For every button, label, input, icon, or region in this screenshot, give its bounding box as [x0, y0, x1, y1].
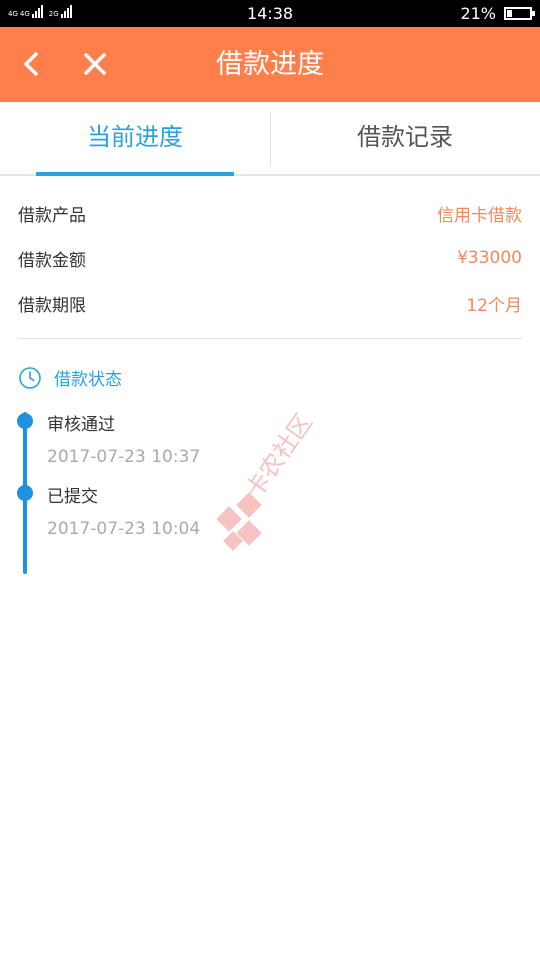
loan-status-title: 借款状态	[54, 370, 122, 390]
info-value: 信用卡借款	[437, 205, 522, 226]
watermark-text: 卡农社区	[240, 409, 318, 504]
clock-icon	[19, 366, 41, 389]
battery-icon	[504, 7, 535, 20]
info-label: 借款产品	[18, 205, 86, 226]
tab-bar: 当前进度 借款记录	[0, 102, 540, 176]
page-title: 借款进度	[216, 49, 324, 80]
timeline-event-time: 2017-07-23 10:04	[47, 519, 201, 539]
info-row-amount: 借款金额 ¥33000	[18, 243, 522, 273]
timeline-event-time: 2017-07-23 10:37	[47, 447, 201, 467]
timeline-event-title: 已提交	[47, 487, 98, 507]
info-value: ¥33000	[457, 248, 522, 268]
info-value: 12个月	[466, 295, 522, 316]
loan-status-header: 借款状态	[18, 365, 122, 390]
timeline-event-title: 审核通过	[47, 415, 115, 435]
tab-loan-records[interactable]: 借款记录	[270, 102, 540, 174]
status-bar: 4G 4G 2G 14:38 21%	[0, 0, 540, 27]
tab-current-progress[interactable]: 当前进度	[0, 102, 270, 174]
info-label: 借款金额	[18, 250, 86, 271]
timeline-dot	[17, 413, 33, 429]
watermark-logo: 卡农社区	[216, 409, 318, 551]
battery-fill	[507, 10, 512, 17]
app-header: 借款进度	[0, 27, 540, 102]
info-label: 借款期限	[18, 295, 86, 316]
timeline-dot	[17, 485, 33, 501]
active-tab-indicator	[36, 172, 234, 176]
clock-time: 14:38	[246, 4, 294, 23]
info-row-product: 借款产品 信用卡借款	[18, 198, 522, 228]
battery-percent: 21%	[460, 4, 496, 23]
info-row-term: 借款期限 12个月	[18, 288, 522, 318]
section-divider	[18, 338, 522, 339]
battery-status: 21%	[460, 4, 535, 23]
